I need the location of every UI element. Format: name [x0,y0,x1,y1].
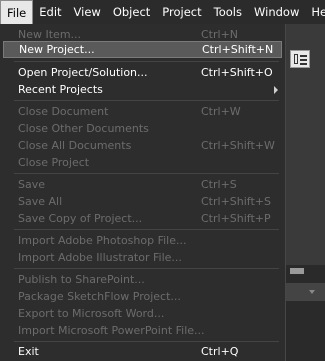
panel-line [300,63,307,65]
menu-separator [14,100,279,101]
menu-separator [14,61,279,62]
chevron-right-icon [274,86,278,94]
menu-item-recent-projects[interactable]: Recent Projects [3,81,282,98]
menu-item-import-illustrator[interactable]: Import Adobe Illustrator File... [3,249,282,266]
menu-item-close-other-documents[interactable]: Close Other Documents [3,120,282,137]
menu-item-new-project[interactable]: New Project... Ctrl+Shift+N [3,41,282,58]
menu-item-label: Open Project/Solution... [18,66,148,79]
menu-separator [14,173,279,174]
menu-separator [14,268,279,269]
menu-item-close-project[interactable]: Close Project [3,154,282,171]
menu-item-label: Save Copy of Project... [18,212,143,225]
menu-item-label: Import Adobe Illustrator File... [18,251,182,264]
panel-tab[interactable] [290,268,304,274]
file-menu-dropdown: New Item... Ctrl+N New Project... Ctrl+S… [0,24,286,361]
menu-separator [14,229,279,230]
menu-item-open-project[interactable]: Open Project/Solution... Ctrl+Shift+O [3,64,282,81]
menu-item-shortcut: Ctrl+Q [201,345,239,358]
menu-file[interactable]: File [0,0,34,24]
menu-item-label: Export to Microsoft Word... [18,307,165,320]
menu-project[interactable]: Project [156,0,207,24]
side-panel [286,265,325,361]
menu-item-label: Close Project [18,156,90,169]
menu-item-label: Save [18,178,46,191]
menu-separator [14,341,279,342]
menu-item-close-all-documents[interactable]: Close All Documents Ctrl+Shift+W [3,137,282,154]
menu-item-label: Save All [18,195,63,208]
menu-bar: File Edit View Object Project Tools Wind… [0,0,325,24]
menu-item-label: Import Microsoft PowerPoint File... [18,324,205,337]
menu-item-shortcut: Ctrl+S [201,178,237,191]
menu-object[interactable]: Object [107,0,156,24]
menu-item-export-word[interactable]: Export to Microsoft Word... [3,305,282,322]
menu-item-label: Publish to SharePoint... [18,273,145,286]
menu-item-label: Package SketchFlow Project... [18,290,181,303]
menu-tools[interactable]: Tools [208,0,248,24]
menu-item-label: New Item... [18,28,82,41]
menu-edit[interactable]: Edit [33,0,67,24]
panel-dropdown[interactable] [286,283,325,301]
menu-item-label: Close All Documents [18,139,132,152]
menu-item-import-photoshop[interactable]: Import Adobe Photoshop File... [3,232,282,249]
menu-view[interactable]: View [68,0,107,24]
menu-item-label: Close Document [18,105,109,118]
panel-square [294,54,298,64]
panel-line [300,55,307,57]
menu-item-label: Recent Projects [18,83,103,96]
menu-item-label: Close Other Documents [18,122,149,135]
menu-item-close-document[interactable]: Close Document Ctrl+W [3,103,282,120]
menu-item-shortcut: Ctrl+Shift+O [201,66,273,79]
menu-item-publish-sharepoint[interactable]: Publish to SharePoint... [3,271,282,288]
panel-layout-icon[interactable] [290,50,310,68]
menu-item-save-all[interactable]: Save All Ctrl+Shift+S [3,193,282,210]
menu-help[interactable]: Help [305,0,325,24]
menu-item-label: Import Adobe Photoshop File... [18,234,187,247]
menu-item-shortcut: Ctrl+W [201,105,241,118]
menu-item-label: New Project... [19,43,95,56]
menu-item-shortcut: Ctrl+Shift+P [201,212,271,225]
menu-item-package-sketchflow[interactable]: Package SketchFlow Project... [3,288,282,305]
menu-window[interactable]: Window [248,0,305,24]
menu-item-import-powerpoint[interactable]: Import Microsoft PowerPoint File... [3,322,282,339]
menu-item-shortcut: Ctrl+Shift+S [201,195,271,208]
menu-item-label: Exit [18,345,39,358]
menu-item-shortcut: Ctrl+Shift+W [201,139,275,152]
panel-line [300,59,307,61]
menu-item-save[interactable]: Save Ctrl+S [3,176,282,193]
menu-item-save-copy[interactable]: Save Copy of Project... Ctrl+Shift+P [3,210,282,227]
menu-item-exit[interactable]: Exit Ctrl+Q [3,343,282,360]
menu-item-shortcut: Ctrl+N [201,28,239,41]
chevron-down-icon [309,290,315,294]
menu-item-shortcut: Ctrl+Shift+N [202,43,274,56]
